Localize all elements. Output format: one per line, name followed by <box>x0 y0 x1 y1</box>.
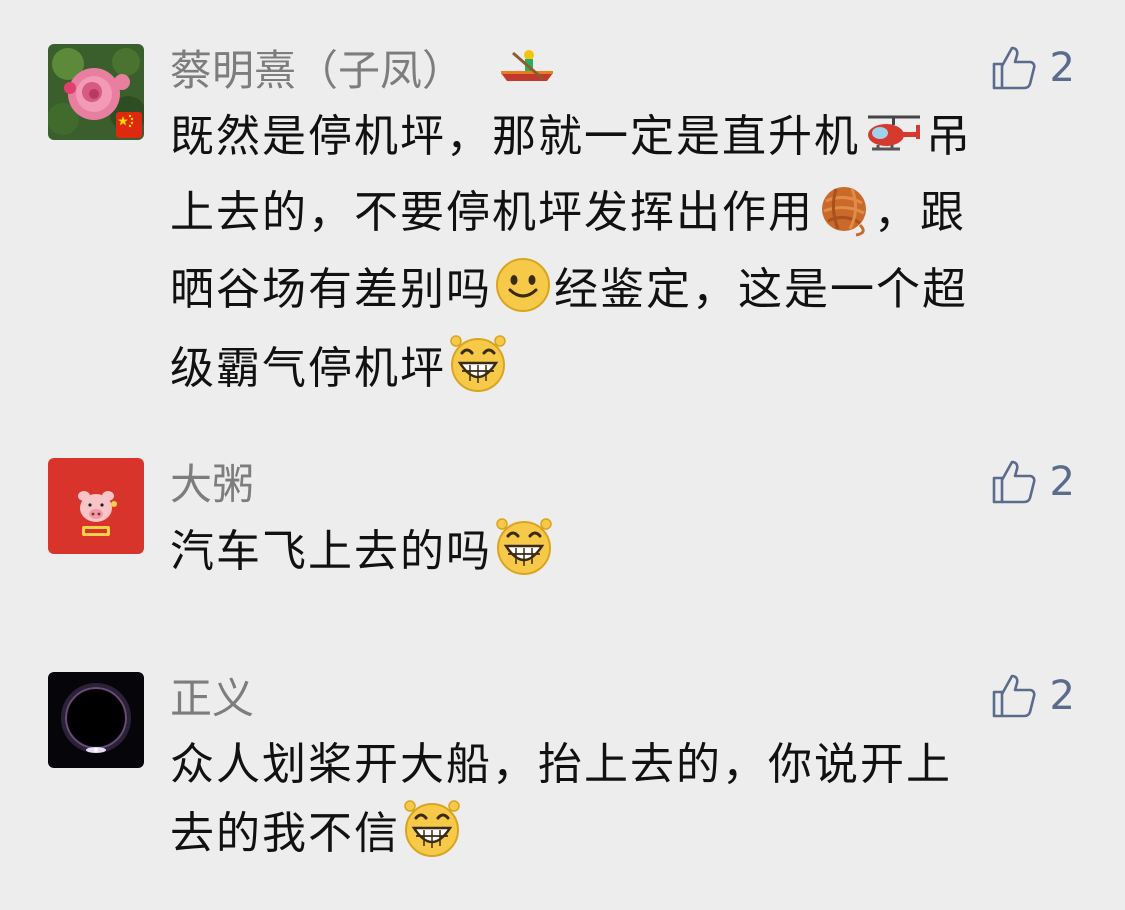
rowboat-icon <box>499 45 555 97</box>
comment-username[interactable]: 正义 <box>170 670 255 723</box>
comment-text: 既然是停机坪，那就一定是直升机 吊 上去的，不要停机坪发挥出作用 ，跟 晒谷场有差别… <box>170 104 1060 412</box>
text-line: 众人划桨开大船，抬上去的，你说开上 <box>170 732 1060 798</box>
username-text: 正义 <box>170 673 255 723</box>
text-segment: ，跟 <box>874 187 966 238</box>
comment-username[interactable]: 大粥 <box>170 456 255 509</box>
username-text: 大粥 <box>170 459 255 509</box>
flag-icon <box>116 112 142 138</box>
text-line: 去的我不信 <box>170 798 1060 877</box>
comment-text: 众人划桨开大船，抬上去的，你说开上 去的我不信 <box>170 732 1060 877</box>
comment-text: 汽车飞上去的吗 <box>170 516 1060 595</box>
helicopter-icon <box>862 111 924 180</box>
thumbs-up-icon <box>992 674 1036 718</box>
text-segment: 晒谷场有差别吗 <box>170 264 492 315</box>
comment-item: 正义 2 众人划桨开大船，抬上去的，你说开上 去的我不信 <box>0 614 1125 910</box>
like-button[interactable]: 2 <box>990 42 1075 94</box>
comment-item: 大粥 2 汽车飞上去的吗 <box>0 400 1125 640</box>
username-text: 蔡明熹（子凤） <box>170 45 465 95</box>
smile-icon <box>494 256 552 333</box>
text-segment: 上去的，不要停机坪发挥出作用 <box>170 187 814 238</box>
grin-icon <box>402 798 462 877</box>
text-segment: 汽车飞上去的吗 <box>170 526 492 577</box>
like-count: 2 <box>1049 673 1075 719</box>
text-segment: 既然是停机坪，那就一定是直升机 <box>170 111 860 162</box>
avatar[interactable] <box>48 44 144 140</box>
yarn-ball-icon <box>816 183 872 256</box>
comment-item: 蔡明熹（子凤） 2 既然是停机坪，那就一定是直升机 吊 上去的，不要停机坪发挥出作… <box>0 0 1125 400</box>
text-line: 汽车飞上去的吗 <box>170 516 1060 595</box>
text-line: 上去的，不要停机坪发挥出作用 ，跟 <box>170 180 1060 256</box>
text-line: 既然是停机坪，那就一定是直升机 吊 <box>170 104 1060 180</box>
avatar[interactable] <box>48 672 144 768</box>
text-segment: 吊 <box>926 111 972 162</box>
thumbs-up-icon <box>992 46 1036 90</box>
thumbs-up-icon <box>992 460 1036 504</box>
like-count: 2 <box>1049 459 1075 505</box>
text-segment: 级霸气停机坪 <box>170 343 446 394</box>
text-line: 晒谷场有差别吗 经鉴定，这是一个超 <box>170 256 1060 333</box>
like-count: 2 <box>1049 45 1075 91</box>
grin-icon <box>494 516 554 595</box>
like-button[interactable]: 2 <box>990 456 1075 508</box>
like-button[interactable]: 2 <box>990 670 1075 722</box>
text-segment: 去的我不信 <box>170 808 400 859</box>
comment-username[interactable]: 蔡明熹（子凤） <box>170 42 555 97</box>
comment-list: 蔡明熹（子凤） 2 既然是停机坪，那就一定是直升机 吊 上去的，不要停机坪发挥出作… <box>0 0 1125 910</box>
avatar[interactable] <box>48 458 144 554</box>
text-segment: 众人划桨开大船，抬上去的，你说开上 <box>170 739 952 790</box>
text-segment: 经鉴定，这是一个超 <box>554 264 968 315</box>
